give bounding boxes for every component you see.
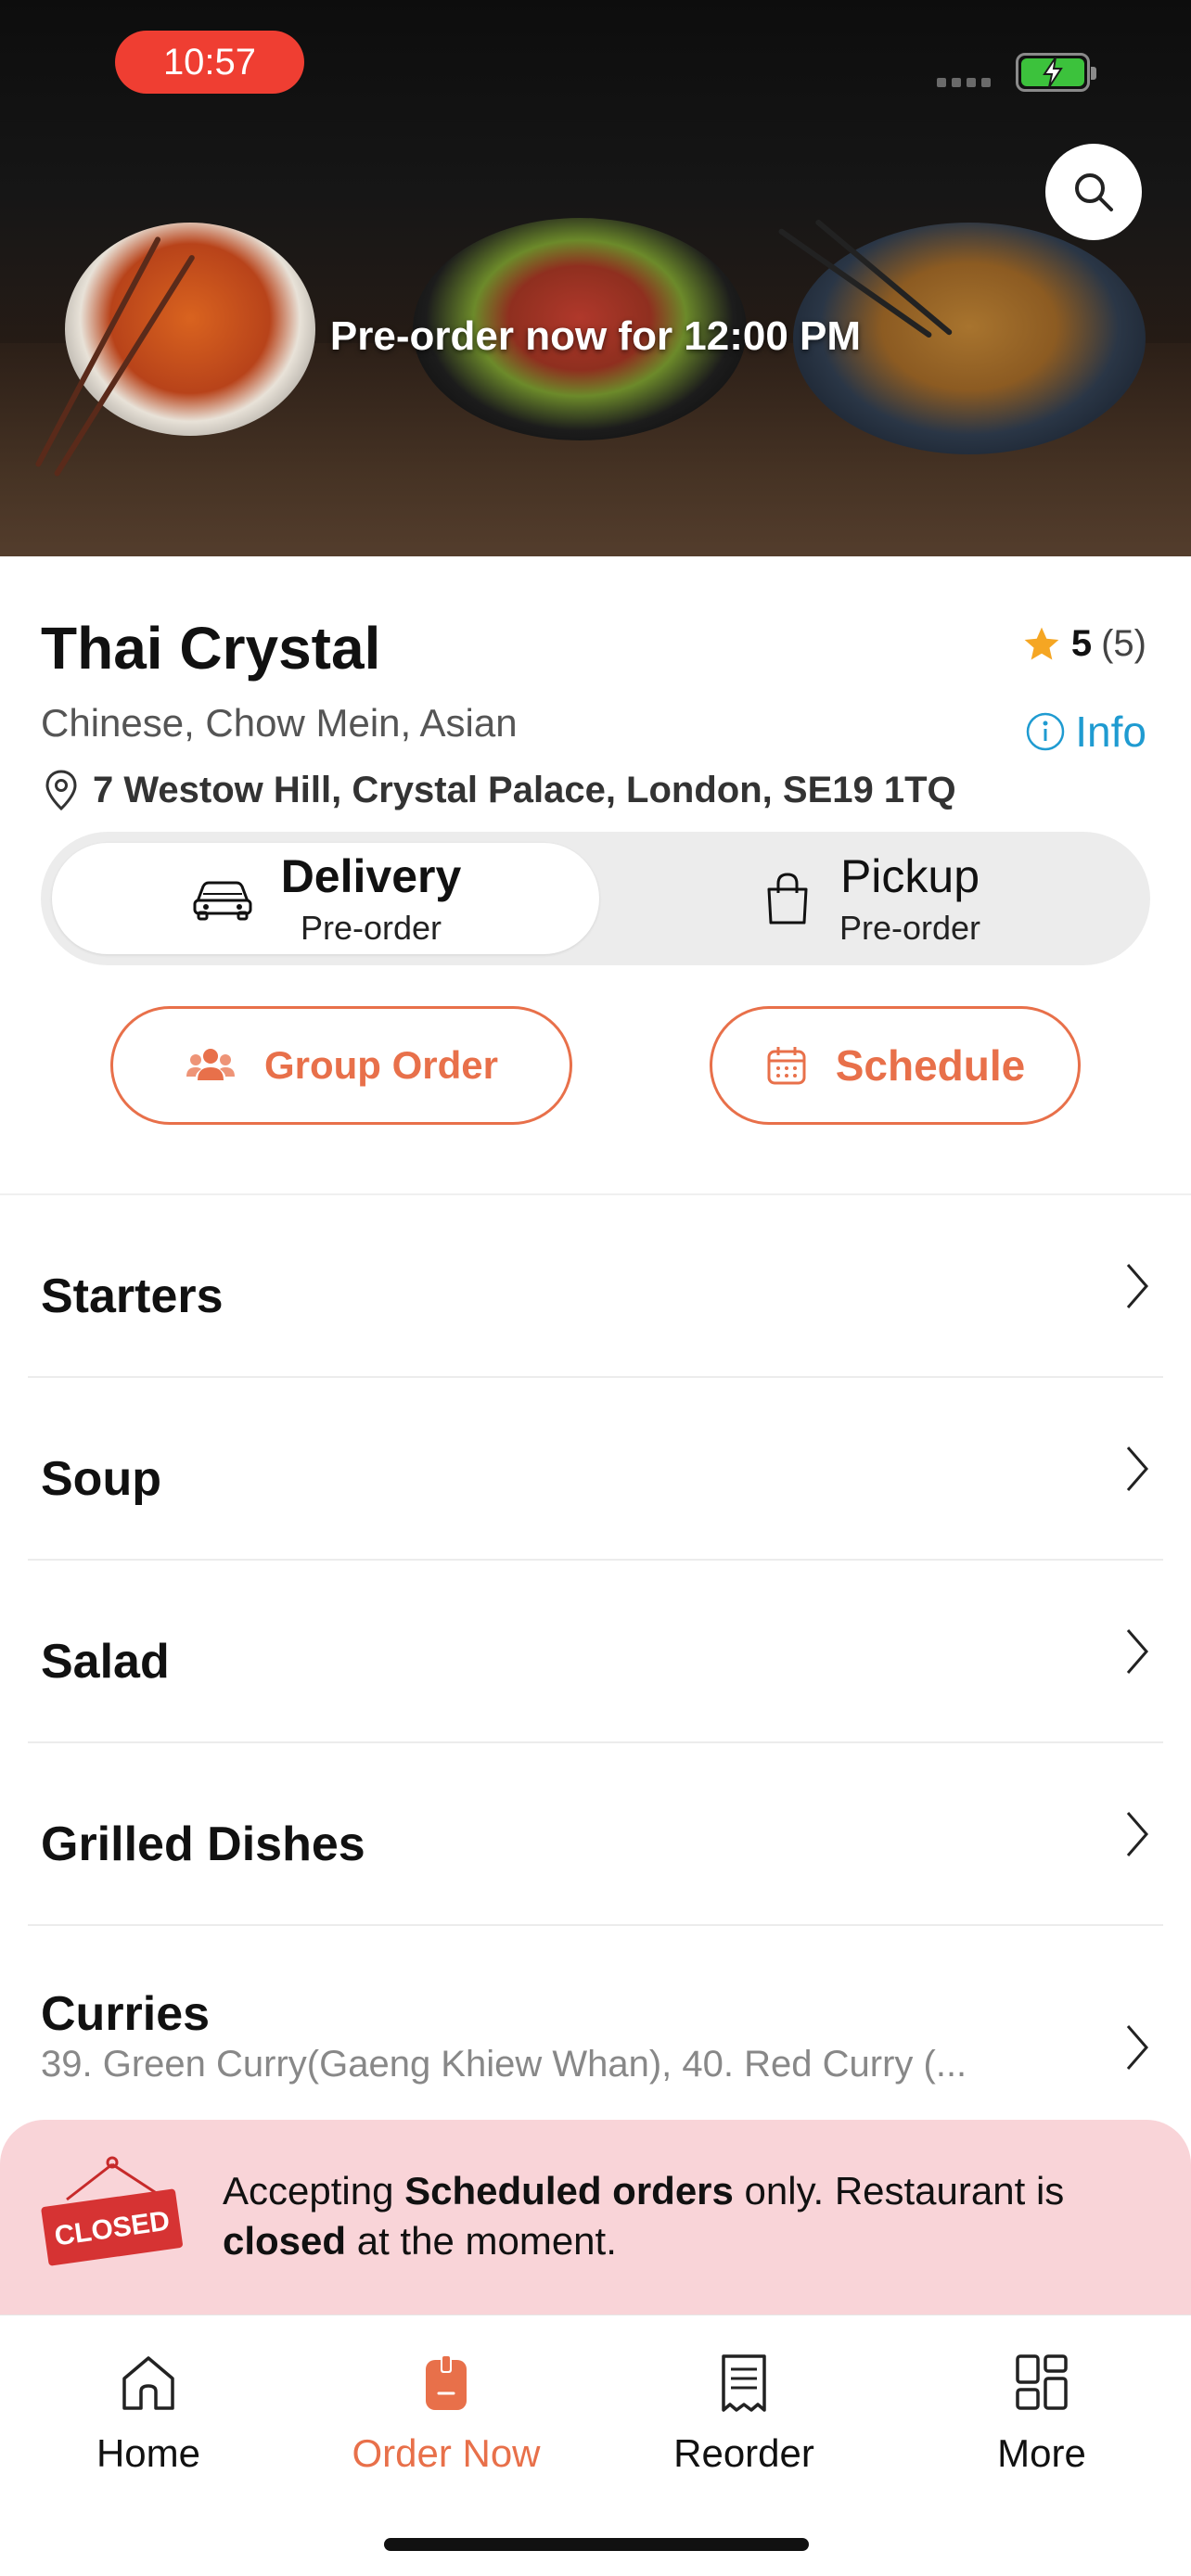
closed-banner: CLOSED Accepting Scheduled orders only. …	[0, 2120, 1191, 2315]
cuisine-list: Chinese, Chow Mein, Asian	[41, 701, 518, 745]
menu-category-salad[interactable]: Salad	[28, 1562, 1163, 1743]
menu-category-grilled-dishes[interactable]: Grilled Dishes	[28, 1744, 1163, 1926]
group-icon	[186, 1049, 235, 1080]
info-link[interactable]: Info	[1025, 707, 1146, 757]
chevron-right-icon	[1126, 2025, 1148, 2070]
chevron-right-icon	[1126, 1447, 1148, 1491]
delivery-sublabel: Pre-order	[300, 909, 442, 947]
menu-category-curries[interactable]: Curries 39. Green Curry(Gaeng Khiew Whan…	[28, 1927, 1163, 2140]
schedule-button[interactable]: Schedule	[710, 1006, 1081, 1125]
home-indicator[interactable]	[384, 2538, 809, 2551]
category-label: Soup	[41, 1452, 161, 1506]
grid-icon	[1016, 2354, 1068, 2410]
group-order-button[interactable]: Group Order	[110, 1006, 572, 1125]
delivery-label: Delivery	[280, 850, 462, 902]
star-icon	[1024, 627, 1059, 659]
search-button[interactable]	[1045, 144, 1142, 240]
chevron-right-icon	[1126, 1264, 1148, 1308]
category-label: Curries	[41, 1987, 211, 2041]
closed-sign-icon: CLOSED	[41, 2156, 183, 2266]
info-label: Info	[1075, 708, 1146, 756]
category-preview: 39. Green Curry(Gaeng Khiew Whan), 40. R…	[41, 2044, 967, 2085]
tab-label: Reorder	[673, 2431, 814, 2475]
menu-category-soup[interactable]: Soup	[28, 1379, 1163, 1561]
category-label: Starters	[41, 1269, 224, 1323]
pickup-sublabel: Pre-order	[839, 909, 981, 947]
location-pin-icon	[45, 770, 77, 811]
receipt-icon	[722, 2354, 766, 2412]
group-order-label: Group Order	[263, 1043, 499, 1087]
menu-category-starters[interactable]: Starters	[28, 1196, 1163, 1378]
tab-order-now[interactable]: Order Now	[298, 2353, 595, 2476]
home-icon	[122, 2356, 174, 2410]
schedule-label: Schedule	[835, 1041, 1026, 1090]
delivery-option[interactable]: Delivery Pre-order	[52, 843, 599, 954]
rating-value: 5	[1070, 623, 1093, 664]
battery-icon	[1016, 53, 1096, 92]
status-time: 10:57	[115, 31, 304, 94]
restaurant-address: 7 Westow Hill, Crystal Palace, London, S…	[41, 768, 956, 812]
preorder-banner-text: Pre-order now for 12:00 PM	[329, 313, 862, 359]
car-icon	[193, 881, 252, 921]
tab-label: Home	[96, 2431, 201, 2475]
category-label: Salad	[41, 1635, 170, 1689]
divider	[0, 1193, 1191, 1195]
order-icon	[426, 2354, 467, 2410]
calendar-icon	[767, 1047, 806, 1085]
tab-label: Order Now	[352, 2431, 541, 2475]
shopping-bag-icon	[767, 873, 808, 925]
search-icon	[1075, 173, 1113, 211]
rating-count: (5)	[1101, 623, 1146, 664]
pickup-option[interactable]: Pickup Pre-order	[597, 843, 1145, 954]
signal-icon	[937, 78, 991, 87]
tab-label: More	[997, 2431, 1086, 2475]
chevron-right-icon	[1126, 1629, 1148, 1674]
closed-message: Accepting Scheduled orders only. Restaur…	[223, 2169, 1065, 2263]
pickup-label: Pickup	[839, 850, 980, 902]
info-icon	[1027, 712, 1065, 751]
order-mode-toggle: Delivery Pre-order Pickup Pre-order	[41, 832, 1150, 965]
address-text: 7 Westow Hill, Crystal Palace, London, S…	[93, 769, 956, 810]
chevron-right-icon	[1126, 1812, 1148, 1856]
bottom-tab-bar: Home Order Now Reorder More	[0, 2315, 1191, 2576]
hero-image: 10:57 Pre-order now for 12:00 PM	[0, 0, 1191, 556]
tab-more[interactable]: More	[893, 2353, 1190, 2476]
rating[interactable]: 5 (5)	[1021, 623, 1146, 665]
restaurant-name: Thai Crystal	[41, 615, 381, 682]
tab-reorder[interactable]: Reorder	[596, 2353, 892, 2476]
tab-home[interactable]: Home	[0, 2353, 297, 2476]
category-label: Grilled Dishes	[41, 1817, 365, 1871]
